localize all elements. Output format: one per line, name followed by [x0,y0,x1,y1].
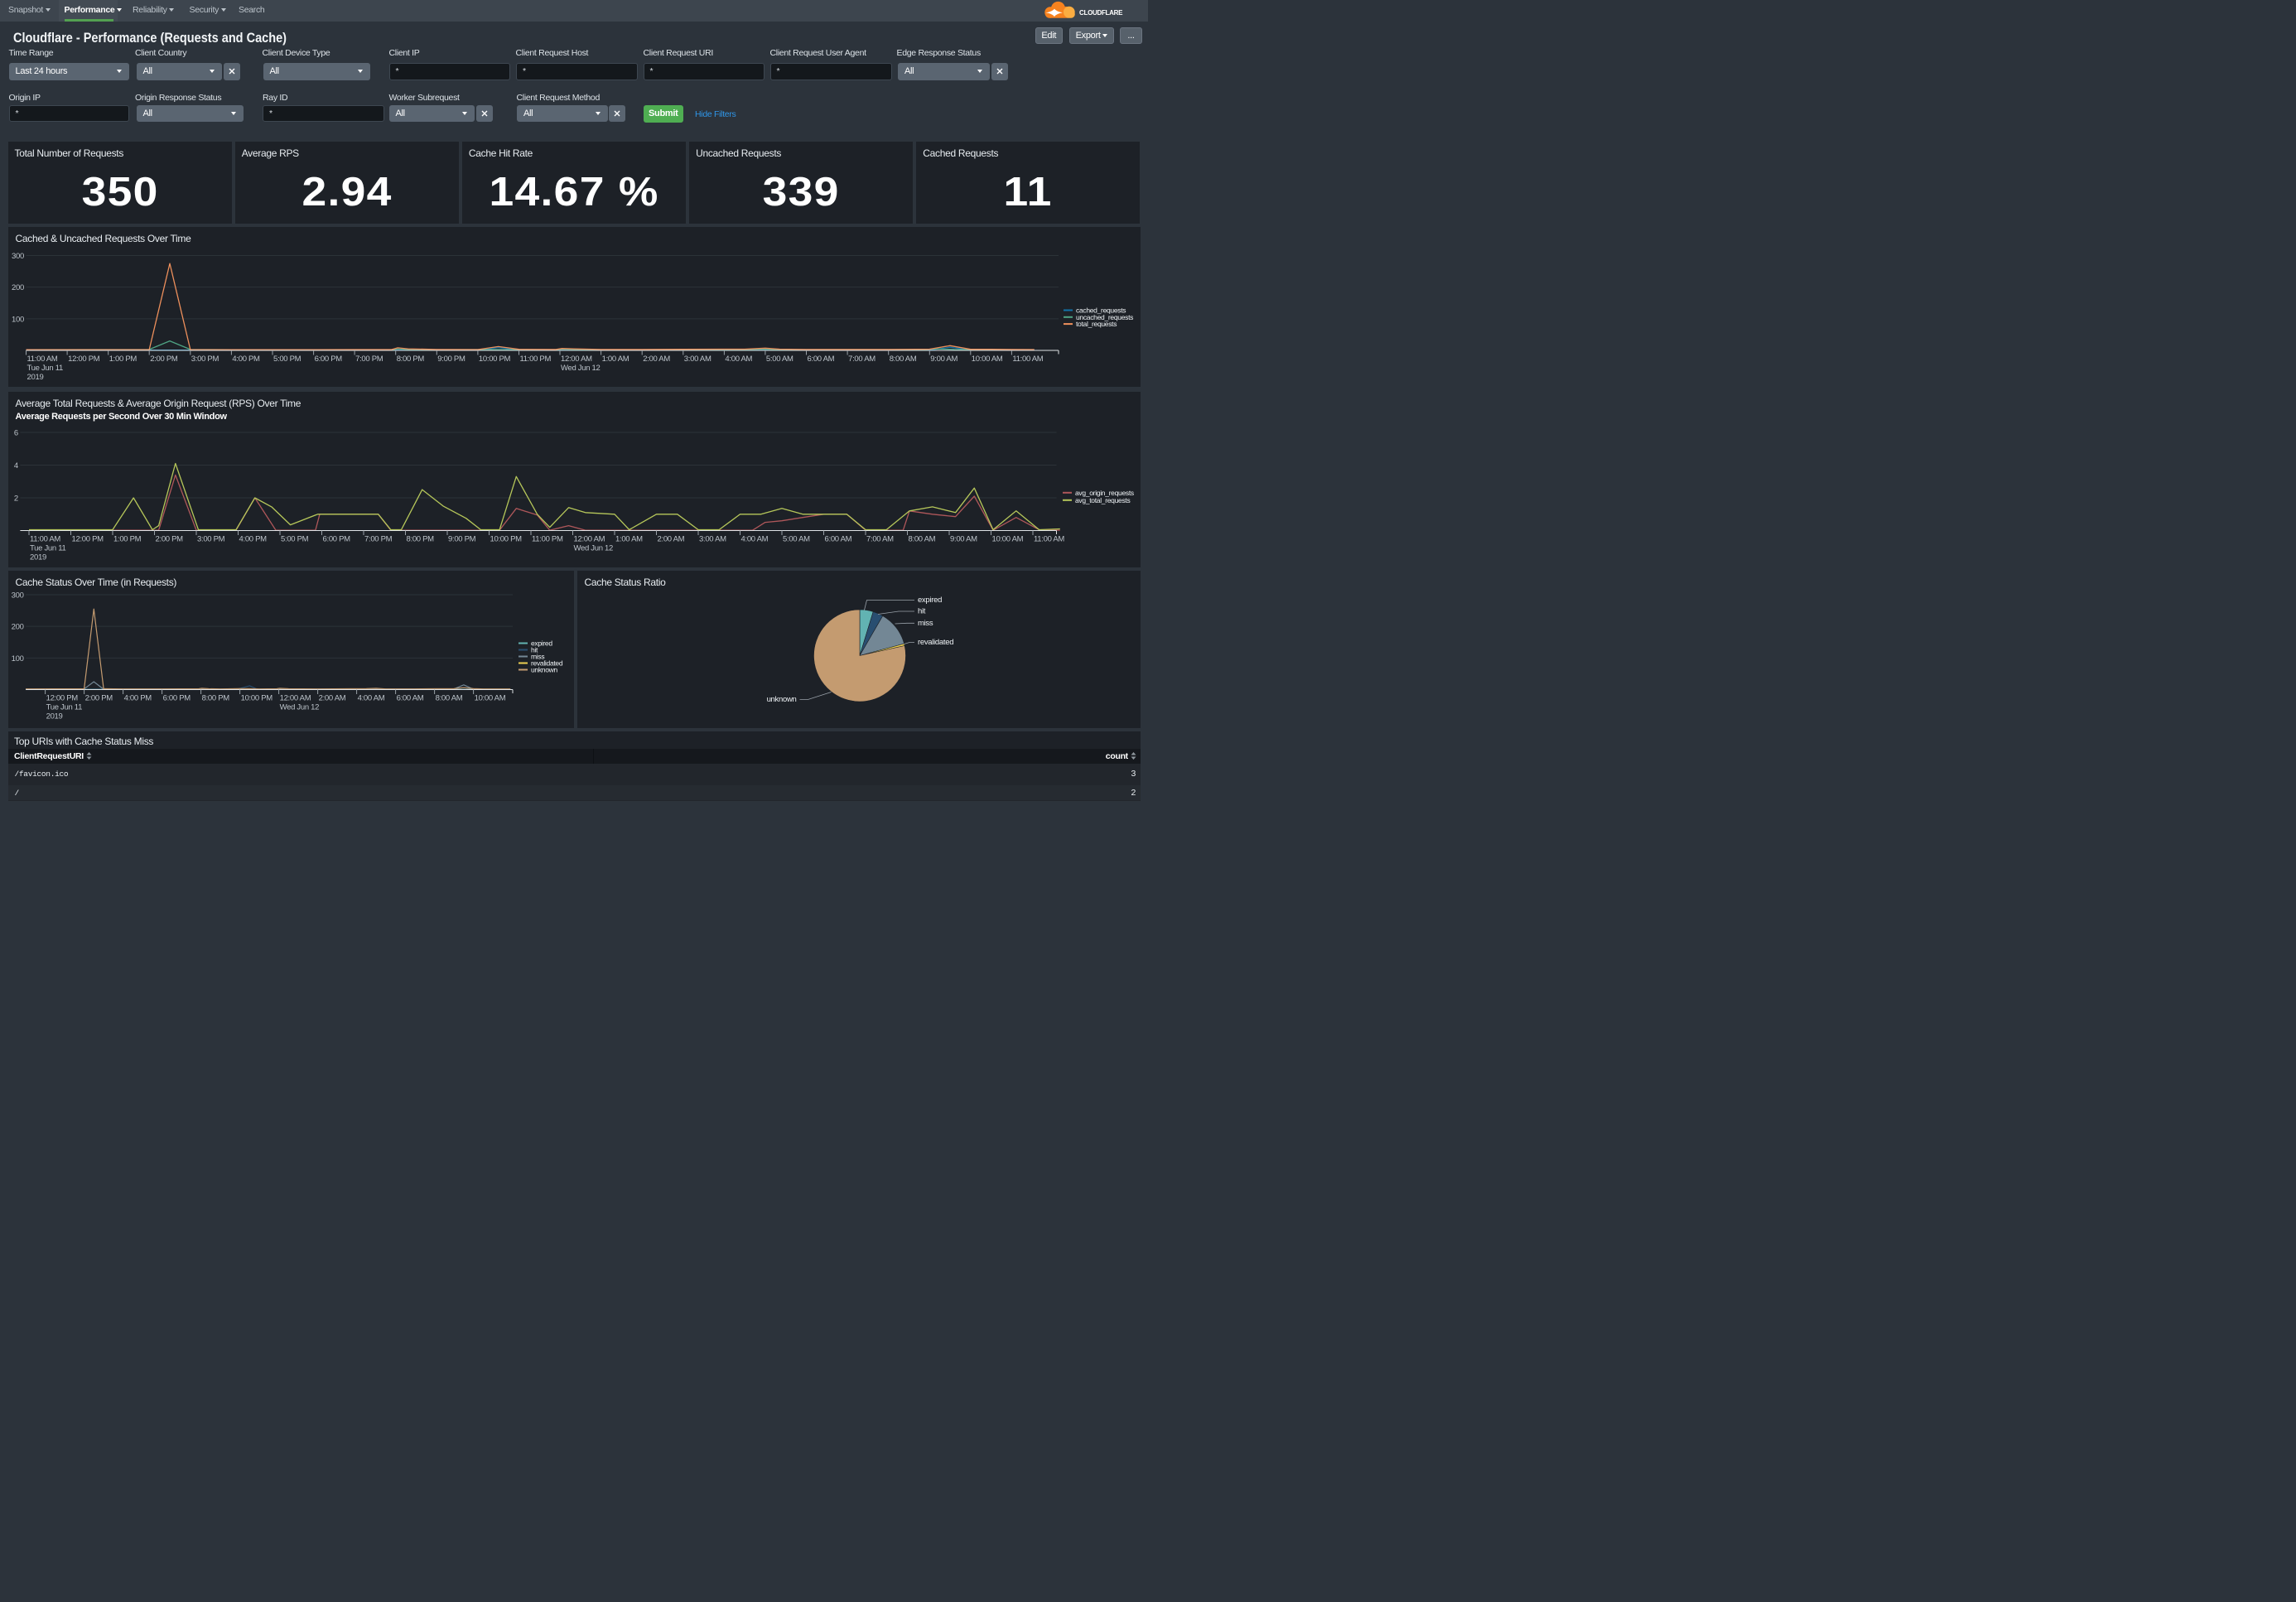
svg-text:10:00 PM: 10:00 PM [240,694,273,703]
svg-text:unknown: unknown [531,666,557,674]
svg-text:4:00 PM: 4:00 PM [239,534,267,543]
svg-text:1:00 PM: 1:00 PM [113,534,142,543]
svg-text:12:00 AM: 12:00 AM [573,534,605,543]
svg-text:1:00 AM: 1:00 AM [615,534,643,543]
svg-text:3:00 AM: 3:00 AM [683,355,711,364]
svg-text:11:00 PM: 11:00 PM [519,355,551,364]
svg-text:2:00 AM: 2:00 AM [643,355,670,364]
svg-text:12:00 AM: 12:00 AM [279,694,311,703]
svg-text:7:00 AM: 7:00 AM [848,355,875,364]
svg-text:8:00 AM: 8:00 AM [908,534,935,543]
svg-text:4:00 AM: 4:00 AM [357,694,384,703]
svg-text:4:00 AM: 4:00 AM [740,534,768,543]
svg-text:2:00 PM: 2:00 PM [84,694,113,703]
svg-text:1:00 PM: 1:00 PM [109,355,137,364]
svg-text:100: 100 [11,654,23,663]
svg-text:2:00 AM: 2:00 AM [318,694,345,703]
svg-text:9:00 PM: 9:00 PM [437,355,465,364]
svg-text:300: 300 [12,252,24,261]
svg-text:8:00 PM: 8:00 PM [406,534,434,543]
svg-text:6: 6 [13,428,17,437]
svg-text:10:00 PM: 10:00 PM [478,355,510,364]
svg-text:5:00 PM: 5:00 PM [273,355,301,364]
svg-text:8:00 PM: 8:00 PM [201,694,229,703]
svg-text:5:00 AM: 5:00 AM [765,355,793,364]
svg-text:2:00 AM: 2:00 AM [657,534,684,543]
svg-text:5:00 AM: 5:00 AM [783,534,810,543]
svg-text:10:00 AM: 10:00 AM [474,694,505,703]
svg-text:avg_total_requests: avg_total_requests [1075,495,1130,504]
svg-text:11:00 AM: 11:00 AM [30,534,60,543]
svg-text:6:00 AM: 6:00 AM [824,534,851,543]
svg-text:Wed Jun 12: Wed Jun 12 [561,364,601,373]
svg-text:Tue Jun 11: Tue Jun 11 [46,703,81,712]
svg-text:10:00 PM: 10:00 PM [490,534,522,543]
svg-text:6:00 PM: 6:00 PM [322,534,350,543]
svg-text:2019: 2019 [27,373,43,382]
svg-text:total_requests: total_requests [1076,320,1117,328]
svg-text:9:00 AM: 9:00 AM [930,355,957,364]
svg-text:6:00 PM: 6:00 PM [162,694,191,703]
svg-text:7:00 PM: 7:00 PM [364,534,393,543]
svg-text:6:00 PM: 6:00 PM [314,355,342,364]
svg-text:12:00 PM: 12:00 PM [46,694,78,703]
svg-text:4:00 AM: 4:00 AM [725,355,752,364]
svg-text:Wed Jun 12: Wed Jun 12 [279,703,319,712]
svg-text:12:00 AM: 12:00 AM [561,355,592,364]
svg-text:3:00 PM: 3:00 PM [197,534,225,543]
svg-text:8:00 AM: 8:00 AM [889,355,916,364]
svg-text:2: 2 [13,494,17,503]
svg-text:11:00 PM: 11:00 PM [532,534,563,543]
svg-text:8:00 PM: 8:00 PM [396,355,424,364]
svg-text:7:00 PM: 7:00 PM [355,355,383,364]
svg-text:4:00 PM: 4:00 PM [123,694,152,703]
svg-text:200: 200 [12,283,24,292]
svg-text:2019: 2019 [30,552,46,562]
svg-text:11:00 AM: 11:00 AM [27,355,57,364]
svg-text:100: 100 [12,315,24,324]
svg-text:12:00 PM: 12:00 PM [68,355,100,364]
svg-text:300: 300 [11,591,23,601]
svg-text:5:00 PM: 5:00 PM [281,534,309,543]
svg-text:2:00 PM: 2:00 PM [150,355,178,364]
svg-text:Tue Jun 11: Tue Jun 11 [30,543,65,552]
svg-text:CLOUDFLARE: CLOUDFLARE [1079,9,1123,17]
svg-text:7:00 AM: 7:00 AM [866,534,894,543]
svg-text:200: 200 [11,623,23,632]
svg-text:Tue Jun 11: Tue Jun 11 [27,364,62,373]
svg-text:11:00 AM: 11:00 AM [1012,355,1043,364]
svg-text:4:00 PM: 4:00 PM [232,355,260,364]
svg-text:9:00 AM: 9:00 AM [950,534,977,543]
svg-text:6:00 AM: 6:00 AM [396,694,423,703]
svg-text:miss: miss [918,619,933,628]
svg-text:1:00 AM: 1:00 AM [601,355,629,364]
svg-text:11:00 AM: 11:00 AM [1034,534,1064,543]
svg-text:2:00 PM: 2:00 PM [155,534,183,543]
svg-text:4: 4 [13,461,17,470]
svg-text:9:00 PM: 9:00 PM [448,534,476,543]
svg-text:expired: expired [918,596,942,605]
svg-text:unknown: unknown [766,695,796,704]
svg-text:2019: 2019 [46,712,62,721]
svg-text:6:00 AM: 6:00 AM [807,355,834,364]
svg-text:hit: hit [918,607,926,616]
svg-text:10:00 AM: 10:00 AM [991,534,1023,543]
svg-text:revalidated: revalidated [918,638,953,647]
svg-text:12:00 PM: 12:00 PM [71,534,104,543]
svg-text:3:00 PM: 3:00 PM [191,355,219,364]
svg-text:Wed Jun 12: Wed Jun 12 [573,543,613,552]
svg-text:8:00 AM: 8:00 AM [435,694,462,703]
svg-text:3:00 AM: 3:00 AM [699,534,726,543]
svg-text:10:00 AM: 10:00 AM [971,355,1002,364]
